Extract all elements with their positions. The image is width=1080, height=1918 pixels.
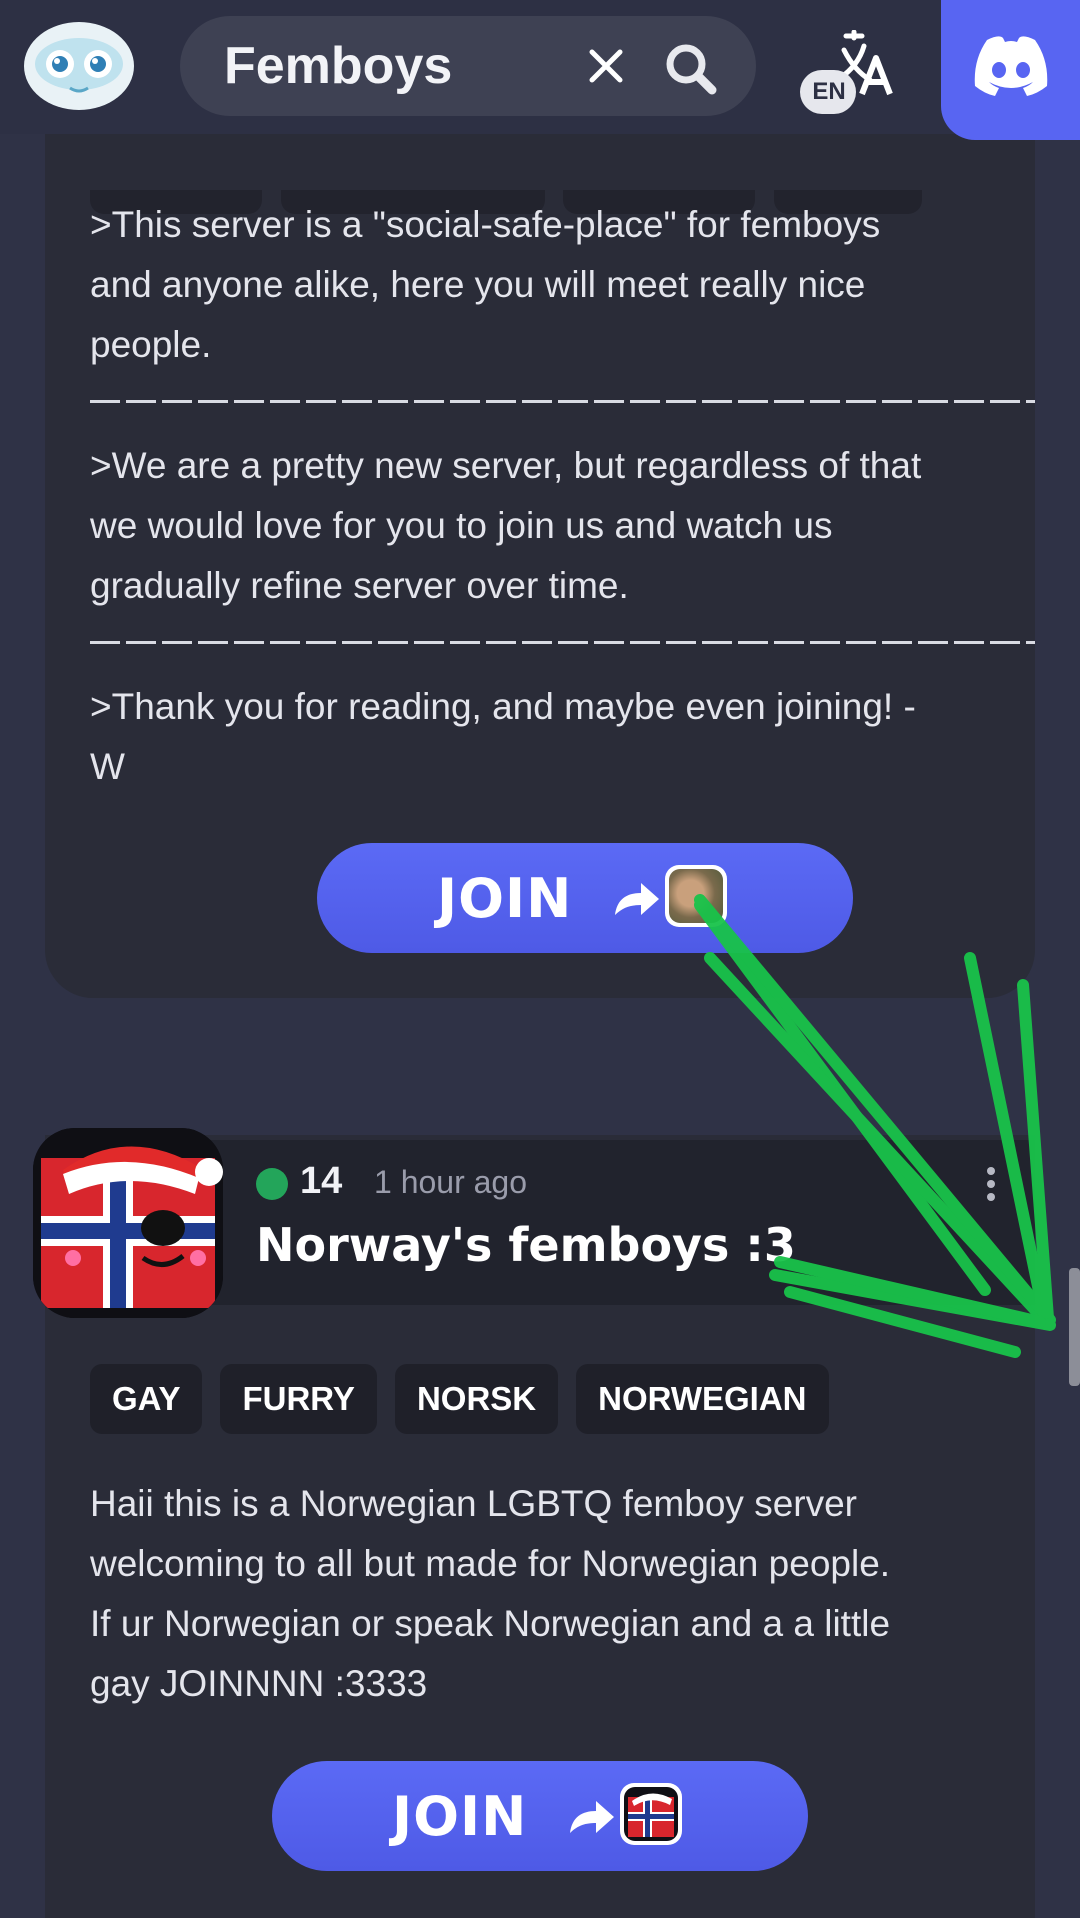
join-label: JOIN <box>437 867 573 930</box>
join-label: JOIN <box>392 1785 528 1848</box>
divider-line <box>90 400 1035 403</box>
translate-button[interactable]: EN <box>796 29 906 120</box>
server-icon-thumbnail <box>665 865 727 927</box>
server-avatar[interactable] <box>33 1128 223 1318</box>
tag-chip[interactable]: NORWEGIAN <box>576 1364 829 1434</box>
scrollbar-thumb[interactable] <box>1069 1268 1080 1386</box>
tag-chip[interactable]: GAY <box>90 1364 203 1434</box>
clear-icon[interactable] <box>586 46 626 86</box>
server-description-part: >Thank you for reading, and maybe even j… <box>90 686 916 787</box>
tag-chip[interactable]: NORSK <box>394 1364 559 1434</box>
search-icon[interactable] <box>662 40 718 96</box>
online-indicator <box>256 1168 288 1200</box>
server-description-part: >This server is a "social-safe-place" fo… <box>90 204 881 365</box>
discord-icon <box>974 36 1048 96</box>
tag-list: GAY FURRY NORSK NORWEGIAN <box>90 1364 829 1434</box>
share-arrow-icon <box>615 883 659 915</box>
search-query: Femboys <box>224 37 453 95</box>
language-badge: EN <box>812 78 846 105</box>
norway-flag-avatar-icon <box>33 1128 223 1318</box>
tag-chip[interactable]: FURRY <box>220 1364 377 1434</box>
divider-line <box>90 641 1035 644</box>
share-arrow-icon <box>570 1801 614 1833</box>
server-card-previous: >This server is a "social-safe-place" fo… <box>45 60 1035 998</box>
discord-button[interactable] <box>941 0 1080 140</box>
top-navigation-bar: Femboys EN <box>0 0 1080 140</box>
translate-icon <box>800 29 893 114</box>
server-description-part: >We are a pretty new server, but regardl… <box>90 445 922 606</box>
more-vertical-icon[interactable] <box>984 1166 998 1202</box>
online-count: 14 <box>300 1160 343 1202</box>
join-button[interactable]: JOIN <box>272 1761 808 1871</box>
server-description: Haii this is a Norwegian LGBTQ femboy se… <box>90 1483 891 1704</box>
page: >This server is a "social-safe-place" fo… <box>0 0 1080 1918</box>
join-button[interactable]: JOIN <box>317 843 853 953</box>
robot-logo-icon[interactable] <box>20 12 138 112</box>
search-input[interactable]: Femboys <box>180 16 756 116</box>
server-name[interactable]: Norway's femboys :3 <box>256 1218 796 1272</box>
server-icon-thumbnail <box>620 1783 682 1845</box>
norway-flag-thumbnail-icon <box>624 1787 678 1841</box>
last-bumped-time: 1 hour ago <box>374 1164 528 1200</box>
